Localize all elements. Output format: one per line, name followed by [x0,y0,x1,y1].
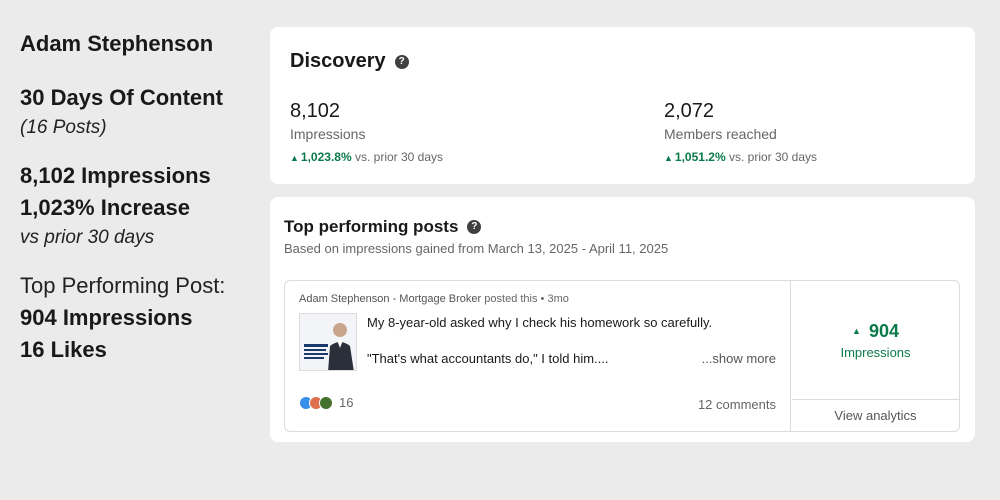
discovery-card: Discovery ? 8,102 Impressions ▲ 1,023.8% … [270,27,975,184]
summary-vs: vs prior 30 days [20,227,155,248]
discovery-title-row: Discovery ? [290,50,409,73]
members-metric: 2,072 Members reached ▲ 1,051.2% vs. prio… [664,99,817,166]
summary-name: Adam Stephenson [20,31,214,56]
post-stats: ▲ 904 Impressions View analytics [792,281,959,431]
post-impressions-value: 904 [868,321,899,341]
impressions-change-pct: 1,023.8% [300,150,352,164]
summary-heading: 30 Days Of Content [20,85,223,110]
reactions[interactable]: 16 [299,395,353,410]
members-change: ▲ 1,051.2% vs. prior 30 days [664,149,817,166]
post-impressions-label: Impressions [840,345,911,360]
post-text-line2: "That's what accountants do," I told him… [367,351,609,366]
post-author[interactable]: Adam Stephenson - Mortgage Broker [299,293,481,305]
discovery-title: Discovery [290,50,386,72]
show-more-link[interactable]: ...show more [702,351,776,366]
reaction-count: 16 [339,395,354,410]
post-impressions: ▲ 904 [792,321,959,342]
top-posts-card: Top performing posts ? Based on impressi… [270,197,975,442]
question-circle-icon[interactable]: ? [467,220,482,234]
members-change-pct: 1,051.2% [674,150,726,164]
impressions-metric: 8,102 Impressions ▲ 1,023.8% vs. prior 30… [290,99,443,166]
post-content[interactable]: Adam Stephenson - Mortgage Broker posted… [285,281,791,431]
support-reaction-icon [319,395,333,410]
top-posts-title-row: Top performing posts ? [284,217,482,237]
top-posts-title: Top performing posts [284,217,459,236]
triangle-up-icon: ▲ [290,153,299,163]
question-circle-icon[interactable]: ? [394,54,409,69]
impressions-change-text: vs. prior 30 days [354,150,444,164]
members-value: 2,072 [664,100,715,122]
summary-top-label: Top Performing Post: [20,273,226,298]
summary-increase: 1,023% Increase [20,195,191,220]
summary-impressions: 8,102 Impressions [20,163,211,188]
post-text-line1: My 8-year-old asked why I check his home… [367,315,713,330]
impressions-change: ▲ 1,023.8% vs. prior 30 days [290,149,443,166]
comments-count[interactable]: 12 comments [698,397,776,412]
triangle-up-icon: ▲ [664,153,673,163]
view-analytics-button[interactable]: View analytics [792,399,959,431]
post-meta: posted this • 3mo [484,293,569,305]
impressions-value: 8,102 [290,100,341,122]
summary-top-likes: 16 Likes [20,337,107,362]
members-change-text: vs. prior 30 days [728,150,818,164]
summary-post-count: (16 Posts) [20,117,107,138]
impressions-label: Impressions [290,126,366,142]
post-author-line: Adam Stephenson - Mortgage Broker posted… [299,293,569,305]
summary-panel: Adam Stephenson 30 Days Of Content (16 P… [20,28,265,366]
top-posts-subtitle: Based on impressions gained from March 1… [284,241,669,256]
post-thumbnail[interactable] [299,313,357,371]
post-card[interactable]: Adam Stephenson - Mortgage Broker posted… [284,280,960,432]
summary-top-impressions: 904 Impressions [20,305,193,330]
triangle-up-icon: ▲ [852,326,861,336]
members-label: Members reached [664,126,777,142]
